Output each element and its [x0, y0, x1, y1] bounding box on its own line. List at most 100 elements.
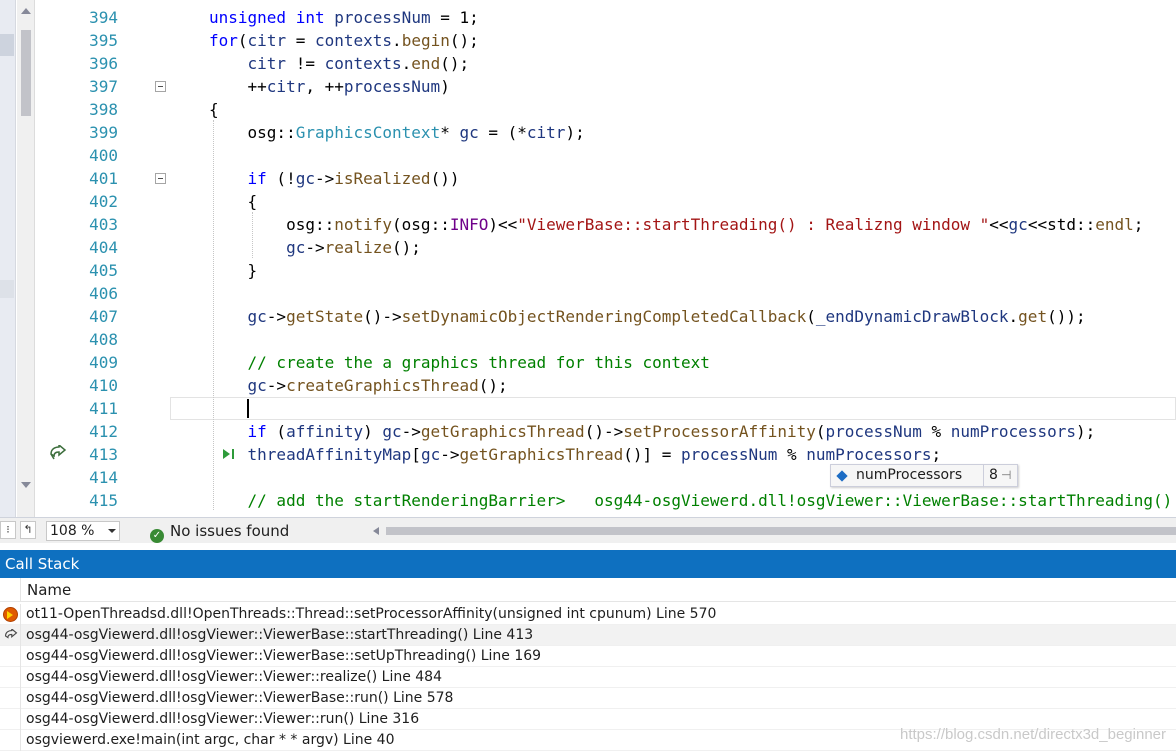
panel-title: Call Stack — [0, 550, 1176, 578]
datatip-name: numProcessors — [856, 467, 963, 483]
watermark: https://blog.csdn.net/directx3d_beginner — [899, 726, 1166, 743]
code-text: if (affinity) gc->getGraphicsThread()->s… — [247, 422, 1096, 441]
call-stack-row[interactable]: ot11-OpenThreadsd.dll!OpenThreads::Threa… — [0, 604, 1176, 625]
line-number: 408 — [89, 330, 118, 349]
navigate-icon[interactable]: ↰ — [20, 521, 36, 539]
line-number: 405 — [89, 261, 118, 280]
code-line[interactable]: 406 — [72, 282, 1176, 305]
scroll-up-icon[interactable] — [21, 8, 31, 14]
code-line[interactable]: 409 // create the a graphics thread for … — [72, 351, 1176, 374]
code-text: osg::GraphicsContext* gc = (*citr); — [209, 123, 585, 142]
text-caret — [247, 399, 249, 418]
line-number: 398 — [89, 100, 118, 119]
vertical-scrollbar[interactable] — [17, 0, 35, 517]
line-number: 401 — [89, 169, 118, 188]
horizontal-scrollbar[interactable] — [368, 523, 1176, 539]
call-stack-panel: Call Stack Name ot11-OpenThreadsd.dll!Op… — [0, 550, 1176, 756]
code-editor[interactable]: 394 unsigned int processNum = 1; 395 for(ci… — [0, 0, 1176, 517]
code-line[interactable]: 396 citr != contexts.end(); — [72, 52, 1176, 75]
scroll-left-icon[interactable] — [373, 527, 379, 535]
code-line[interactable]: 404 gc->realize(); — [72, 236, 1176, 259]
next-statement-arrow-icon[interactable] — [48, 445, 68, 463]
row-gutter — [0, 709, 21, 730]
pin-icon[interactable]: ⊣ — [1001, 465, 1011, 486]
line-number: 402 — [89, 192, 118, 211]
row-gutter — [0, 604, 21, 625]
collapse-icon[interactable] — [155, 81, 166, 92]
zoom-value: 108 % — [50, 523, 95, 539]
glyph-margin[interactable] — [36, 0, 72, 517]
strip-marker — [0, 280, 14, 298]
code-text: } — [209, 261, 258, 280]
datatip-value[interactable]: 8 — [983, 465, 998, 486]
code-line[interactable]: 397 ++citr, ++processNum) — [72, 75, 1176, 98]
issues-indicator[interactable]: ✓ No issues found — [150, 521, 290, 543]
datatip[interactable]: numProcessors 8 ⊣ — [830, 464, 1018, 487]
row-gutter — [0, 646, 21, 667]
line-number: 395 — [89, 31, 118, 50]
line-number: 413 — [89, 445, 118, 464]
code-text: citr != contexts.end(); — [247, 54, 470, 73]
hscroll-thumb[interactable] — [386, 527, 1176, 535]
frame-name: osg44-osgViewerd.dll!osgViewer::Viewer::… — [26, 669, 442, 685]
code-line[interactable]: 401 if (!gc->isRealized()) — [72, 167, 1176, 190]
code-line[interactable]: 415 // add the startRenderingBarrier> os… — [72, 489, 1176, 512]
frame-name: ot11-OpenThreadsd.dll!OpenThreads::Threa… — [26, 606, 717, 622]
code-line[interactable]: 400 — [72, 144, 1176, 167]
code-line[interactable]: 398 { — [72, 98, 1176, 121]
line-number: 403 — [89, 215, 118, 234]
line-number: 400 — [89, 146, 118, 165]
scroll-thumb[interactable] — [21, 30, 31, 116]
row-gutter — [0, 688, 21, 709]
frame-name: osgviewerd.exe!main(int argc, char * * a… — [26, 732, 395, 748]
row-gutter — [0, 667, 21, 688]
code-text: // add the startRenderingBarrier> osg44-… — [209, 491, 1173, 510]
line-number: 412 — [89, 422, 118, 441]
code-text: threadAffinityMap[gc->getGraphicsThread(… — [247, 445, 942, 464]
code-text: unsigned int processNum = 1; — [209, 8, 479, 27]
code-text: gc->createGraphicsThread(); — [247, 376, 508, 395]
code-line[interactable]: 413 threadAffinityMap[gc->getGraphicsThr… — [72, 443, 1176, 466]
row-gutter — [0, 730, 21, 751]
issues-label: No issues found — [170, 522, 290, 540]
call-stack-row[interactable]: osg44-osgViewerd.dll!osgViewer::Viewer::… — [0, 667, 1176, 688]
run-to-click-icon[interactable] — [222, 447, 236, 461]
collapse-icon[interactable] — [155, 173, 166, 184]
chevron-down-icon — [108, 529, 116, 533]
editor-overview-strip — [0, 0, 16, 517]
column-name[interactable]: Name — [27, 578, 71, 602]
code-text: // create the a graphics thread for this… — [209, 353, 710, 372]
line-number: 404 — [89, 238, 118, 257]
line-number: 414 — [89, 468, 118, 487]
code-line[interactable]: 408 — [72, 328, 1176, 351]
scroll-down-icon[interactable] — [21, 482, 31, 488]
code-line[interactable]: 411 — [72, 397, 1176, 420]
code-line[interactable]: 403 osg::notify(osg::INFO)<<"ViewerBase:… — [72, 213, 1176, 236]
code-line[interactable]: 402 { — [72, 190, 1176, 213]
code-line[interactable]: 405 } — [72, 259, 1176, 282]
code-line[interactable]: 407 gc->getState()->setDynamicObjectRend… — [72, 305, 1176, 328]
editor-status-bar: ⁝ ↰ 108 % ✓ No issues found — [0, 517, 1176, 543]
code-text: { — [209, 192, 258, 211]
code-line[interactable]: 412 if (affinity) gc->getGraphicsThread(… — [72, 420, 1176, 443]
call-stack-row[interactable]: osg44-osgViewerd.dll!osgViewer::ViewerBa… — [0, 646, 1176, 667]
split-handle-icon[interactable]: ⁝ — [0, 521, 16, 539]
line-number: 410 — [89, 376, 118, 395]
code-line[interactable]: 399 osg::GraphicsContext* gc = (*citr); — [72, 121, 1176, 144]
code-line[interactable]: 410 gc->createGraphicsThread(); — [72, 374, 1176, 397]
frame-name: osg44-osgViewerd.dll!osgViewer::ViewerBa… — [26, 627, 534, 643]
call-stack-row[interactable]: osg44-osgViewerd.dll!osgViewer::ViewerBa… — [0, 688, 1176, 709]
frame-name: osg44-osgViewerd.dll!osgViewer::ViewerBa… — [26, 648, 542, 664]
call-stack-row[interactable]: osg44-osgViewerd.dll!osgViewer::ViewerBa… — [0, 625, 1176, 646]
code-text: gc->getState()->setDynamicObjectRenderin… — [247, 307, 1086, 326]
zoom-select[interactable]: 108 % — [46, 521, 120, 541]
frame-name: osg44-osgViewerd.dll!osgViewer::ViewerBa… — [26, 690, 454, 706]
line-number: 411 — [89, 399, 118, 418]
code-text: { — [209, 100, 219, 119]
frame-name: osg44-osgViewerd.dll!osgViewer::Viewer::… — [26, 711, 420, 727]
strip-marker — [0, 34, 14, 56]
code-line[interactable]: 394 unsigned int processNum = 1; — [72, 6, 1176, 29]
code-line[interactable]: 395 for(citr = contexts.begin(); — [72, 29, 1176, 52]
header-gutter — [0, 578, 21, 602]
line-number: 394 — [89, 8, 118, 27]
